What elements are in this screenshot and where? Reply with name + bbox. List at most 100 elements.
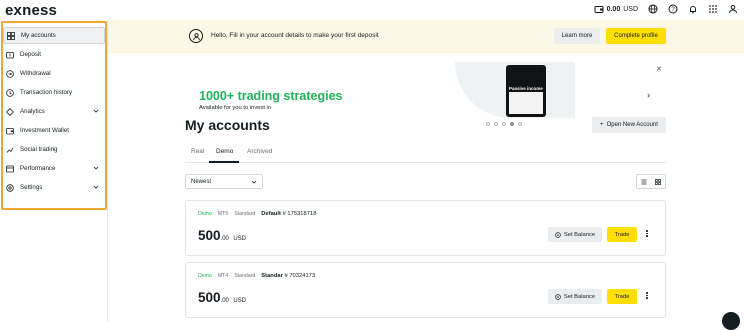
active-tab-indicator <box>209 161 239 163</box>
chevron-down-icon <box>93 185 99 189</box>
globe-icon[interactable] <box>648 4 658 14</box>
deposit-icon <box>6 51 14 59</box>
carousel-dot[interactable] <box>494 122 498 126</box>
user-icon[interactable] <box>728 4 738 14</box>
complete-profile-button[interactable]: Complete profile <box>606 28 666 44</box>
main-content: Hello. Fill in your account details to m… <box>108 20 744 322</box>
open-new-account-button[interactable]: + Open New Account <box>592 117 666 133</box>
tab-archived[interactable]: Archived <box>247 148 272 155</box>
view-toggle <box>636 174 666 189</box>
sidebar-item-deposit[interactable]: Deposit <box>3 46 105 63</box>
account-tabs: Real Demo Archived <box>185 143 666 163</box>
chevron-down-icon <box>93 166 99 170</box>
account-type-badge: Demo <box>198 211 212 217</box>
sidebar-item-transaction-history[interactable]: Transaction history <box>3 84 105 101</box>
trade-button[interactable]: Trade <box>607 227 637 242</box>
account-kind-badge: Standard <box>234 273 256 279</box>
phone-screen <box>509 92 543 114</box>
chevron-down-icon <box>93 109 99 113</box>
sidebar-item-investment-wallet[interactable]: Investment Wallet <box>3 122 105 139</box>
banner-subtitle: Available for you to invest in <box>199 105 272 111</box>
bell-icon[interactable] <box>688 4 698 14</box>
grid-icon <box>7 31 15 40</box>
sidebar-item-label: My accounts <box>21 32 56 39</box>
account-type-badge: Demo <box>198 273 212 279</box>
help-icon[interactable]: ? <box>668 4 678 14</box>
tab-real[interactable]: Real <box>191 148 204 155</box>
sidebar-item-label: Investment Wallet <box>20 127 69 134</box>
carousel-dot-active[interactable] <box>510 122 514 126</box>
chevron-down-icon <box>251 180 257 184</box>
phone-text: Passive income <box>509 86 543 91</box>
sidebar-item-label: Social trading <box>20 146 58 153</box>
account-card[interactable]: Demo MT4 Standard Standar # 70324173 500… <box>185 262 666 318</box>
sidebar-item-label: Performance <box>20 165 56 172</box>
gear-icon <box>6 183 14 192</box>
top-bar: exness 0.00 USD ? <box>0 0 744 21</box>
wallet-icon <box>6 127 14 135</box>
sidebar-item-my-accounts[interactable]: My accounts <box>3 27 105 44</box>
more-options-icon[interactable] <box>645 230 649 240</box>
sidebar-item-label: Settings <box>20 184 43 191</box>
analytics-icon <box>6 107 14 116</box>
notice-message: Hello. Fill in your account details to m… <box>211 32 379 39</box>
sidebar-nav: My accounts Deposit Withdrawal Transacti… <box>3 27 105 198</box>
set-balance-button[interactable]: Set Balance <box>548 227 602 242</box>
trade-button[interactable]: Trade <box>607 289 637 304</box>
platform-badge: MT4 <box>217 273 229 279</box>
sidebar-item-withdrawal[interactable]: Withdrawal <box>3 65 105 82</box>
banner-title: 1000+ trading strategies <box>199 89 343 103</box>
carousel-dot[interactable] <box>518 122 522 126</box>
performance-icon <box>6 165 14 173</box>
carousel-dot[interactable] <box>502 122 506 126</box>
reset-icon <box>555 231 561 238</box>
phone-illustration: Passive income <box>506 65 546 117</box>
reset-icon <box>555 293 561 300</box>
learn-more-button[interactable]: Learn more <box>554 28 600 44</box>
sidebar-item-social-trading[interactable]: Social trading <box>3 141 105 158</box>
platform-badge: MT5 <box>217 211 229 217</box>
social-icon <box>6 146 14 154</box>
account-balance: 500.00 USD <box>198 228 246 243</box>
sidebar-item-label: Withdrawal <box>20 70 51 77</box>
account-name: Default # 175318718 <box>261 211 317 217</box>
carousel-dot[interactable] <box>486 122 490 126</box>
sort-value: Newest <box>191 178 212 185</box>
user-avatar-icon <box>189 29 203 43</box>
open-account-label: Open New Account <box>606 122 658 128</box>
account-tags: Demo MT4 Standard Standar # 70324173 <box>198 273 315 279</box>
account-balance: 500.00 USD <box>198 290 246 305</box>
header-actions: 0.00 USD ? <box>594 4 738 14</box>
sidebar-item-settings[interactable]: Settings <box>3 179 105 196</box>
wallet-balance[interactable]: 0.00 USD <box>594 4 638 14</box>
profile-notice: Hello. Fill in your account details to m… <box>108 20 744 53</box>
set-balance-button[interactable]: Set Balance <box>548 289 602 304</box>
plus-icon: + <box>600 122 604 128</box>
apps-grid-icon[interactable] <box>708 4 718 14</box>
carousel-dots <box>486 122 522 126</box>
withdrawal-icon <box>6 69 14 78</box>
account-name: Standar # 70324173 <box>261 273 316 279</box>
account-kind-badge: Standard <box>234 211 256 217</box>
chat-button[interactable] <box>722 312 740 330</box>
sidebar-item-performance[interactable]: Performance <box>3 160 105 177</box>
sidebar-item-label: Transaction history <box>20 89 73 96</box>
grid-view-icon[interactable] <box>651 175 665 188</box>
sidebar-item-analytics[interactable]: Analytics <box>3 103 105 120</box>
sidebar-item-label: Analytics <box>20 108 45 115</box>
wallet-icon <box>594 4 604 14</box>
balance-currency: USD <box>623 5 638 13</box>
exness-logo[interactable]: exness <box>5 2 57 19</box>
account-tags: Demo MT5 Standard Default # 175318718 <box>198 211 316 217</box>
list-view-icon[interactable] <box>637 175 651 188</box>
more-options-icon[interactable] <box>645 292 649 302</box>
page-title: My accounts <box>185 117 270 133</box>
sidebar-item-label: Deposit <box>20 51 41 58</box>
sort-dropdown[interactable]: Newest <box>185 174 263 189</box>
balance-value: 0.00 <box>606 5 621 13</box>
account-card[interactable]: Demo MT5 Standard Default # 175318718 50… <box>185 200 666 256</box>
history-icon <box>6 88 14 97</box>
close-icon[interactable]: ✕ <box>656 65 662 73</box>
tab-demo[interactable]: Demo <box>216 148 233 155</box>
chevron-right-icon[interactable]: › <box>647 90 650 100</box>
